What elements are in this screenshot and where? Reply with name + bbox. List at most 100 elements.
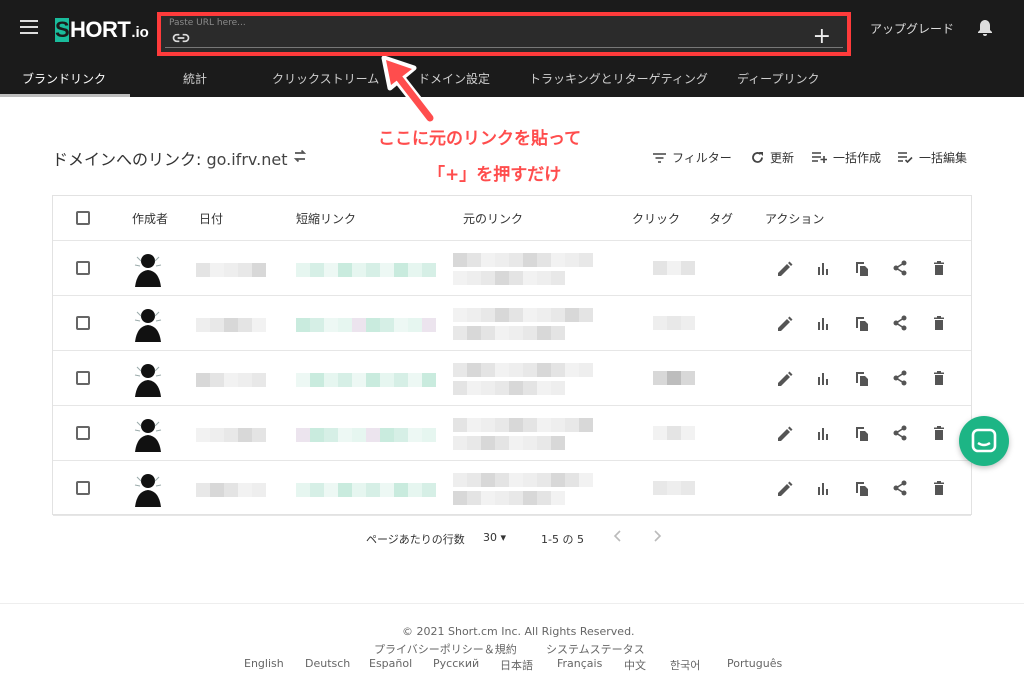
next-page-icon[interactable] — [651, 529, 663, 543]
share-icon[interactable] — [891, 424, 909, 442]
bulk-edit-label: 一括編集 — [919, 151, 968, 165]
delete-icon[interactable] — [930, 314, 948, 332]
refresh-icon — [752, 152, 763, 163]
copy-icon[interactable] — [853, 369, 871, 387]
col-tags[interactable]: タグ — [709, 210, 733, 227]
row-checkbox[interactable] — [76, 371, 90, 385]
add-link-button[interactable]: + — [813, 24, 831, 50]
tab-branded-links[interactable]: ブランドリンク — [22, 70, 106, 87]
stats-icon[interactable] — [814, 259, 832, 277]
page-title: ドメインへのリンク: go.ifrv.net — [52, 146, 287, 170]
url-input[interactable] — [197, 30, 797, 48]
bell-icon[interactable] — [977, 19, 993, 37]
blurred-content — [196, 318, 266, 332]
lang-chinese[interactable]: 中文 — [624, 657, 646, 673]
bulk-create-button[interactable]: 一括作成 — [812, 149, 881, 166]
stats-icon[interactable] — [814, 424, 832, 442]
table-row[interactable] — [53, 461, 971, 516]
bulk-edit-button[interactable]: 一括編集 — [898, 149, 967, 166]
menu-icon[interactable] — [20, 20, 38, 36]
col-date[interactable]: 日付 — [199, 210, 223, 227]
stats-icon[interactable] — [814, 479, 832, 497]
row-checkbox[interactable] — [76, 316, 90, 330]
lang-russian[interactable]: Русский — [433, 657, 479, 670]
tab-tracking[interactable]: トラッキングとリターゲティング — [529, 70, 708, 87]
col-creator[interactable]: 作成者 — [132, 210, 168, 227]
delete-icon[interactable] — [930, 369, 948, 387]
logo-mark: S — [55, 17, 70, 42]
privacy-link[interactable]: プライバシーポリシー＆規約 — [374, 641, 517, 657]
table-row[interactable] — [53, 351, 971, 406]
tab-deep-links[interactable]: ディープリンク — [737, 70, 819, 87]
blurred-content — [653, 481, 695, 495]
delete-icon[interactable] — [930, 259, 948, 277]
row-checkbox[interactable] — [76, 481, 90, 495]
table-row[interactable] — [53, 406, 971, 461]
footer-divider — [0, 603, 1024, 604]
edit-icon[interactable] — [775, 259, 793, 277]
system-status-link[interactable]: システムステータス — [546, 641, 645, 657]
delete-icon[interactable] — [930, 479, 948, 497]
blurred-content — [453, 473, 593, 487]
table-row[interactable] — [53, 296, 971, 351]
share-icon[interactable] — [891, 314, 909, 332]
annotation-line-2: 「+」を押すだけ — [428, 165, 562, 185]
tab-clickstream[interactable]: クリックストリーム — [272, 70, 379, 87]
chat-button[interactable] — [959, 416, 1009, 466]
blurred-content — [653, 371, 695, 385]
lang-german[interactable]: Deutsch — [305, 657, 350, 670]
swap-domain-icon[interactable] — [292, 148, 308, 164]
lang-korean[interactable]: 한국어 — [670, 657, 700, 673]
avatar — [134, 309, 162, 342]
lang-japanese[interactable]: 日本語 — [500, 657, 533, 673]
blurred-content — [196, 263, 266, 277]
avatar — [134, 364, 162, 397]
playlist-add-icon — [812, 152, 827, 163]
edit-icon[interactable] — [775, 479, 793, 497]
blurred-content — [196, 373, 266, 387]
col-clicks[interactable]: クリック — [632, 210, 680, 227]
table-row[interactable] — [53, 241, 971, 296]
rows-per-page-select[interactable]: 30 ▾ — [483, 531, 506, 544]
copy-icon[interactable] — [853, 424, 871, 442]
blurred-content — [453, 326, 565, 340]
edit-icon[interactable] — [775, 314, 793, 332]
copy-icon[interactable] — [853, 314, 871, 332]
lang-portuguese[interactable]: Português — [727, 657, 782, 670]
filter-button[interactable]: フィルター — [653, 149, 732, 166]
upgrade-link[interactable]: アップグレード — [870, 20, 954, 37]
select-all-checkbox[interactable] — [76, 211, 90, 225]
copy-icon[interactable] — [853, 479, 871, 497]
stats-icon[interactable] — [814, 314, 832, 332]
link-icon — [172, 33, 190, 43]
blurred-content — [453, 436, 565, 450]
lang-french[interactable]: Français — [557, 657, 602, 670]
blurred-content — [653, 316, 695, 330]
share-icon[interactable] — [891, 369, 909, 387]
annotation-line-1: ここに元のリンクを貼って — [378, 129, 582, 149]
prev-page-icon[interactable] — [612, 529, 624, 543]
col-short-link[interactable]: 短縮リンク — [296, 210, 356, 227]
blurred-content — [453, 308, 593, 322]
edit-icon[interactable] — [775, 369, 793, 387]
page-title-prefix: ドメインへのリンク: — [52, 150, 207, 169]
stats-icon[interactable] — [814, 369, 832, 387]
blurred-content — [653, 426, 695, 440]
links-table: 作成者 日付 短縮リンク 元のリンク クリック タグ アクション — [52, 195, 972, 516]
blurred-content — [296, 428, 436, 442]
blurred-content — [453, 491, 565, 505]
edit-icon[interactable] — [775, 424, 793, 442]
refresh-button[interactable]: 更新 — [751, 149, 794, 166]
tab-statistics[interactable]: 統計 — [183, 70, 207, 87]
col-original-link[interactable]: 元のリンク — [463, 210, 523, 227]
share-icon[interactable] — [891, 259, 909, 277]
lang-english[interactable]: English — [244, 657, 284, 670]
copy-icon[interactable] — [853, 259, 871, 277]
delete-icon[interactable] — [930, 424, 948, 442]
row-checkbox[interactable] — [76, 426, 90, 440]
logo[interactable]: S HORT .io — [55, 16, 149, 42]
share-icon[interactable] — [891, 479, 909, 497]
lang-spanish[interactable]: Español — [369, 657, 412, 670]
url-field[interactable]: Paste URL here... + — [165, 18, 843, 50]
row-checkbox[interactable] — [76, 261, 90, 275]
